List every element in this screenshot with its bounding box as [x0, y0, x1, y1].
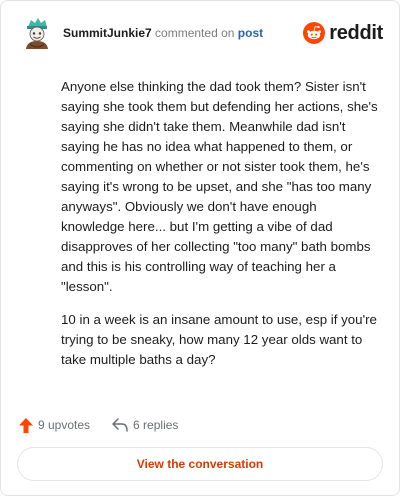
- comment-paragraph: 10 in a week is an insane amount to use,…: [61, 312, 377, 367]
- upvotes-stat[interactable]: 9 upvotes: [19, 417, 91, 433]
- snoo-avatar-icon: [26, 18, 48, 49]
- replies-stat[interactable]: 6 replies: [112, 418, 178, 432]
- replies-count: 6 replies: [133, 418, 179, 432]
- view-conversation-button[interactable]: View the conversation: [17, 447, 383, 481]
- comment-footer: 9 upvotes 6 replies: [19, 415, 178, 435]
- comment-header: SummitJunkie7 commented on post reddit: [17, 17, 385, 49]
- avatar[interactable]: [21, 17, 51, 49]
- comment-meta: SummitJunkie7 commented on post: [63, 26, 263, 40]
- reddit-snoo-icon: [303, 22, 326, 44]
- username-link[interactable]: SummitJunkie7: [63, 26, 152, 40]
- comment-embed-card: SummitJunkie7 commented on post reddit A…: [0, 0, 400, 496]
- reddit-logo[interactable]: reddit: [303, 17, 383, 49]
- reddit-wordmark: reddit: [329, 21, 383, 44]
- comment-paragraph: Anyone else thinking the dad took them? …: [61, 79, 378, 294]
- action-text: commented on: [155, 26, 235, 40]
- post-link[interactable]: post: [238, 26, 263, 40]
- reply-arrow-icon: [112, 418, 128, 432]
- upvotes-count: 9 upvotes: [38, 418, 91, 432]
- upvote-arrow-icon: [19, 417, 33, 433]
- comment-body: Anyone else thinking the dad took them? …: [61, 77, 381, 383]
